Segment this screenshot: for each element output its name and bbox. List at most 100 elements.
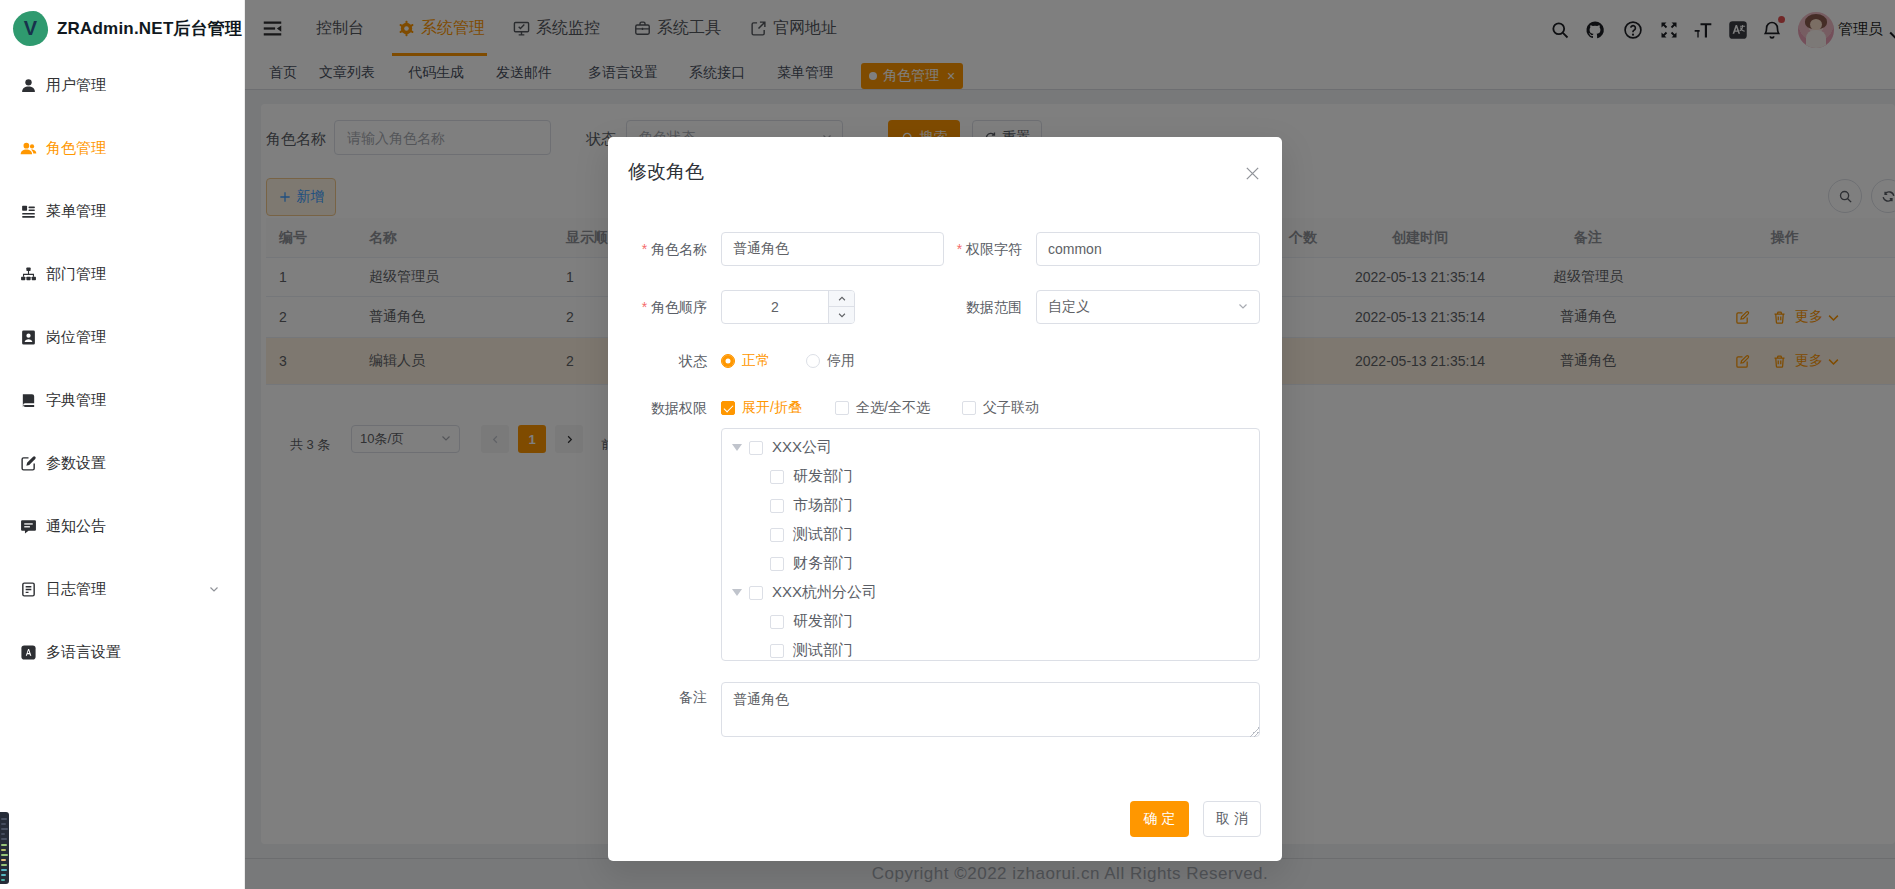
checkbox-box [962,401,976,415]
tree-node-branch-company[interactable]: XXX杭州分公司 [722,578,1259,607]
checkbox-box [835,401,849,415]
role-sort-stepper: 2 [721,290,855,324]
textarea-resize-handle[interactable] [1249,727,1259,737]
language-icon [20,644,37,661]
tree-node-label: 市场部门 [793,496,853,515]
tree-checkbox[interactable] [770,557,784,571]
role-name-label: 角色名称 [642,241,707,259]
tree-node-label: 研发部门 [793,612,853,631]
status-label: 状态 [679,353,707,371]
chevron-down-icon [837,310,847,320]
tree-node-label: 研发部门 [793,467,853,486]
data-permission-label: 数据权限 [651,400,707,418]
confirm-button[interactable]: 确 定 [1130,801,1189,837]
menu-list-icon [20,203,37,220]
sidebar-item-dept-mgmt[interactable]: 部门管理 [0,243,244,306]
sidebar-item-menu-mgmt[interactable]: 菜单管理 [0,180,244,243]
sidebar-item-notice[interactable]: 通知公告 [0,495,244,558]
data-scope-select[interactable]: 自定义 [1036,290,1260,324]
caret-down-icon[interactable] [732,589,742,596]
stepper-up-button[interactable] [829,291,854,307]
sidebar-item-label: 通知公告 [46,517,106,536]
dept-tree: XXX公司 研发部门 市场部门 测试部门 财务部门 XXX杭州分公司 研发部门 [721,428,1260,661]
radio-dot [806,354,820,368]
sidebar-item-label: 用户管理 [46,76,106,95]
tree-node-dept[interactable]: 测试部门 [722,520,1259,549]
sidebar-item-dict-mgmt[interactable]: 字典管理 [0,369,244,432]
cancel-button[interactable]: 取 消 [1203,801,1261,837]
editor-sliver-artifact [0,812,9,884]
sidebar-item-label: 菜单管理 [46,202,106,221]
tree-node-dept[interactable]: 财务部门 [722,549,1259,578]
tree-node-label: 测试部门 [793,525,853,544]
edit-role-dialog: 修改角色 角色名称 权限字符 角色顺序 2 数据范围 自定义 状态 正常 停用 … [608,137,1282,861]
role-key-input[interactable] [1036,232,1260,266]
stepper-controls [828,291,854,323]
sidebar-item-label: 角色管理 [46,139,106,158]
tree-node-label: XXX公司 [772,438,832,457]
edit-square-icon [20,455,37,472]
tree-node-dept[interactable]: 研发部门 [722,607,1259,636]
parent-child-link-checkbox[interactable]: 父子联动 [962,399,1039,417]
select-all-checkbox[interactable]: 全选/全不选 [835,399,930,417]
user-icon [20,77,37,94]
app-title: ZRAdmin.NET后台管理 [57,17,242,40]
tree-checkbox[interactable] [770,615,784,629]
book-icon [20,392,37,409]
sidebar-item-log-mgmt[interactable]: 日志管理 [0,558,244,621]
tree-node-dept[interactable]: 市场部门 [722,491,1259,520]
tree-checkbox[interactable] [770,470,784,484]
caret-down-icon[interactable] [732,444,742,451]
tree-node-dept[interactable]: 测试部门 [722,636,1259,661]
sidebar-item-role-mgmt[interactable]: 角色管理 [0,117,244,180]
chevron-down-icon [1237,299,1249,315]
sidebar-item-param-settings[interactable]: 参数设置 [0,432,244,495]
tree-node-label: XXX杭州分公司 [772,583,877,602]
sidebar-item-label: 岗位管理 [46,328,106,347]
tree-node-company[interactable]: XXX公司 [722,433,1259,462]
sidebar: V ZRAdmin.NET后台管理 用户管理 角色管理 菜单管理 部门管理 岗位… [0,0,245,889]
tree-checkbox[interactable] [770,499,784,513]
chevron-down-icon [208,581,220,598]
sidebar-item-label: 字典管理 [46,391,106,410]
role-name-input[interactable] [721,232,944,266]
tree-checkbox[interactable] [749,441,763,455]
sidebar-item-user-mgmt[interactable]: 用户管理 [0,54,244,117]
tree-checkbox[interactable] [770,644,784,658]
chevron-up-icon [837,294,847,304]
sitemap-icon [20,266,37,283]
dialog-title: 修改角色 [628,159,704,185]
role-sort-value[interactable]: 2 [722,291,828,323]
doc-icon [20,581,37,598]
remark-textarea[interactable]: 普通角色 [721,682,1260,737]
app-logo[interactable]: V ZRAdmin.NET后台管理 [0,0,244,56]
sidebar-item-label: 部门管理 [46,265,106,284]
role-key-label: 权限字符 [957,241,1022,259]
logo-icon: V [13,11,48,46]
sidebar-menu: 用户管理 角色管理 菜单管理 部门管理 岗位管理 字典管理 参数设置 通知公告 [0,54,244,684]
tree-node-dept[interactable]: 研发部门 [722,462,1259,491]
checkbox-label: 父子联动 [983,399,1039,417]
stepper-down-button[interactable] [829,307,854,323]
logo-letter: V [24,17,37,40]
expand-collapse-checkbox[interactable]: 展开/折叠 [721,399,802,417]
dialog-close-icon[interactable] [1244,165,1261,182]
checkbox-label: 全选/全不选 [856,399,930,417]
badge-icon [20,329,37,346]
sidebar-item-post-mgmt[interactable]: 岗位管理 [0,306,244,369]
data-scope-value: 自定义 [1048,298,1090,316]
data-scope-label: 数据范围 [966,299,1022,317]
sidebar-item-i18n-settings[interactable]: 多语言设置 [0,621,244,684]
tree-node-label: 测试部门 [793,641,853,660]
tree-checkbox[interactable] [770,528,784,542]
sidebar-item-label: 多语言设置 [46,643,121,662]
status-radio-disabled[interactable]: 停用 [806,352,855,370]
tree-node-label: 财务部门 [793,554,853,573]
radio-dot [721,354,735,368]
tree-checkbox[interactable] [749,586,763,600]
message-icon [20,518,37,535]
sidebar-item-label: 参数设置 [46,454,106,473]
users-icon [20,140,37,157]
status-radio-normal[interactable]: 正常 [721,352,770,370]
role-sort-label: 角色顺序 [642,299,707,317]
